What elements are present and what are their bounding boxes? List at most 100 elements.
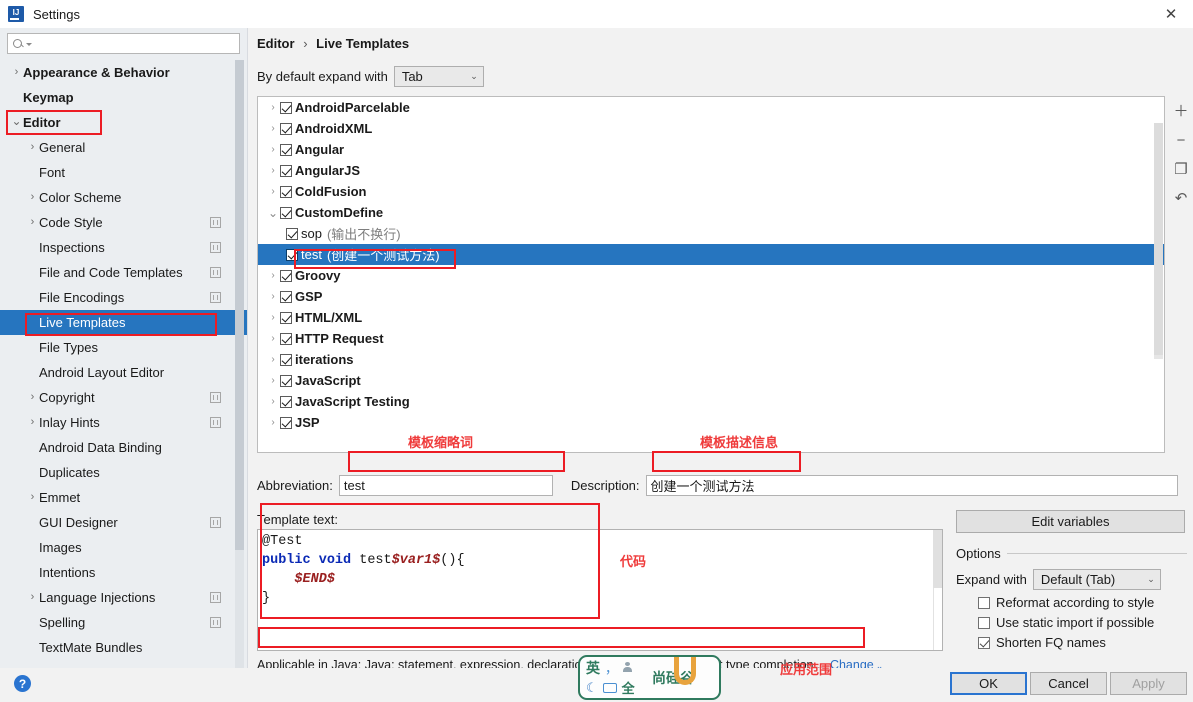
chevron-right-icon[interactable]: › bbox=[26, 592, 39, 603]
template-tree-row[interactable]: test (创建一个测试方法) bbox=[258, 244, 1164, 265]
chevron-right-icon[interactable]: › bbox=[10, 67, 23, 78]
chevron-right-icon[interactable]: › bbox=[266, 270, 280, 281]
sidebar-item-general[interactable]: › General bbox=[0, 135, 247, 160]
template-checkbox[interactable] bbox=[280, 122, 292, 135]
template-checkbox[interactable] bbox=[286, 227, 298, 240]
template-checkbox[interactable] bbox=[280, 332, 292, 345]
sidebar-item-file-and-code-templates[interactable]: ›File and Code Templates bbox=[0, 260, 247, 285]
sidebar-item-language-injections[interactable]: › Language Injections bbox=[0, 585, 247, 610]
template-tree-row[interactable]: › Angular bbox=[258, 139, 1164, 160]
template-tree-row[interactable]: › GSP bbox=[258, 286, 1164, 307]
chevron-right-icon[interactable]: › bbox=[266, 291, 280, 302]
sidebar-item-keymap[interactable]: ›Keymap bbox=[0, 85, 247, 110]
search-input[interactable] bbox=[32, 35, 239, 52]
ime-floating-toolbar[interactable]: 英 ， ☾ 全 尚硅谷 bbox=[578, 655, 721, 700]
edit-variables-button[interactable]: Edit variables bbox=[956, 510, 1185, 533]
option-checkbox-row[interactable]: Use static import if possible bbox=[956, 615, 1187, 630]
template-checkbox[interactable] bbox=[280, 374, 292, 387]
plus-icon[interactable]: ＋ bbox=[1171, 101, 1191, 121]
sidebar-item-color-scheme[interactable]: › Color Scheme bbox=[0, 185, 247, 210]
sidebar-item-android-data-binding[interactable]: ›Android Data Binding bbox=[0, 435, 247, 460]
template-checkbox[interactable] bbox=[280, 395, 292, 408]
sidebar-item-copyright[interactable]: › Copyright bbox=[0, 385, 247, 410]
chevron-right-icon[interactable]: › bbox=[26, 417, 39, 428]
expand-with-select[interactable]: Default (Tab) ⌄ bbox=[1032, 569, 1161, 590]
search-box[interactable] bbox=[7, 33, 240, 54]
help-icon[interactable]: ? bbox=[14, 675, 31, 692]
breadcrumb-parent[interactable]: Editor bbox=[257, 36, 295, 51]
sidebar-item-inspections[interactable]: ›Inspections bbox=[0, 235, 247, 260]
ime-mode-label[interactable]: 英 bbox=[586, 658, 600, 678]
chevron-down-icon[interactable]: ⌄ bbox=[266, 207, 280, 219]
chevron-right-icon[interactable]: › bbox=[266, 417, 280, 428]
code-scrollbar-thumb[interactable] bbox=[933, 530, 942, 588]
sidebar-item-gui-designer[interactable]: ›GUI Designer bbox=[0, 510, 247, 535]
chevron-right-icon[interactable]: › bbox=[266, 102, 280, 113]
sidebar-scrollbar-thumb[interactable] bbox=[235, 60, 244, 550]
template-checkbox[interactable] bbox=[280, 143, 292, 156]
ime-punctuation-icon[interactable]: ， bbox=[605, 658, 618, 677]
sidebar-item-duplicates[interactable]: ›Duplicates bbox=[0, 460, 247, 485]
template-checkbox[interactable] bbox=[286, 248, 298, 261]
moon-icon[interactable]: ☾ bbox=[586, 680, 598, 696]
chevron-right-icon[interactable]: › bbox=[26, 217, 39, 228]
chevron-right-icon[interactable]: › bbox=[266, 333, 280, 344]
sidebar-item-editor[interactable]: ⌄ Editor bbox=[0, 110, 247, 135]
chevron-right-icon[interactable]: › bbox=[266, 312, 280, 323]
undo-icon[interactable]: ↶ bbox=[1171, 188, 1191, 208]
sidebar-item-textmate-bundles[interactable]: ›TextMate Bundles bbox=[0, 635, 247, 660]
template-tree-row[interactable]: › AndroidParcelable bbox=[258, 97, 1164, 118]
template-tree-row[interactable]: › JSP bbox=[258, 412, 1164, 433]
sidebar-item-spelling[interactable]: ›Spelling bbox=[0, 610, 247, 635]
sidebar-item-emmet[interactable]: › Emmet bbox=[0, 485, 247, 510]
abbreviation-input[interactable]: test bbox=[338, 475, 553, 496]
template-group-tree[interactable]: › AndroidParcelable › AndroidXML › Angular › An… bbox=[257, 96, 1165, 453]
sidebar-item-file-encodings[interactable]: ›File Encodings bbox=[0, 285, 247, 310]
chevron-right-icon[interactable]: › bbox=[266, 165, 280, 176]
template-checkbox[interactable] bbox=[280, 164, 292, 177]
template-tree-row[interactable]: › AngularJS bbox=[258, 160, 1164, 181]
description-input[interactable]: 创建一个测试方法 bbox=[645, 475, 1178, 496]
chevron-down-icon[interactable]: ⌄ bbox=[10, 115, 23, 127]
default-expand-select[interactable]: Tab ⌄ bbox=[393, 66, 484, 87]
template-code[interactable]: @Test public void test$var1$(){ $END$ } bbox=[258, 530, 942, 608]
chevron-right-icon[interactable]: › bbox=[266, 186, 280, 197]
template-checkbox[interactable] bbox=[280, 269, 292, 282]
chevron-right-icon[interactable]: › bbox=[266, 123, 280, 134]
template-checkbox[interactable] bbox=[280, 206, 292, 219]
sidebar-item-android-layout-editor[interactable]: ›Android Layout Editor bbox=[0, 360, 247, 385]
ime-user-icon[interactable] bbox=[623, 662, 633, 673]
checkbox[interactable] bbox=[978, 616, 990, 629]
sidebar-item-intentions[interactable]: ›Intentions bbox=[0, 560, 247, 585]
template-tree-row[interactable]: sop (输出不换行) bbox=[258, 223, 1164, 244]
sidebar-item-appearance-behavior[interactable]: › Appearance & Behavior bbox=[0, 60, 247, 85]
chevron-right-icon[interactable]: › bbox=[26, 392, 39, 403]
chevron-right-icon[interactable]: › bbox=[266, 354, 280, 365]
close-icon[interactable]: ✕ bbox=[1149, 0, 1193, 28]
sidebar-item-file-types[interactable]: ›File Types bbox=[0, 335, 247, 360]
tree-scrollbar-thumb[interactable] bbox=[1154, 123, 1163, 355]
sidebar-item-live-templates[interactable]: ›Live Templates bbox=[0, 310, 247, 335]
template-tree-row[interactable]: › AndroidXML bbox=[258, 118, 1164, 139]
minus-icon[interactable]: − bbox=[1171, 130, 1191, 150]
template-text-editor[interactable]: @Test public void test$var1$(){ $END$ } bbox=[257, 529, 943, 651]
template-checkbox[interactable] bbox=[280, 353, 292, 366]
cancel-button[interactable]: Cancel bbox=[1030, 672, 1107, 695]
template-tree-row[interactable]: › JavaScript Testing bbox=[258, 391, 1164, 412]
chevron-right-icon[interactable]: › bbox=[266, 144, 280, 155]
chevron-right-icon[interactable]: › bbox=[266, 396, 280, 407]
template-checkbox[interactable] bbox=[280, 290, 292, 303]
template-checkbox[interactable] bbox=[280, 311, 292, 324]
ok-button[interactable]: OK bbox=[950, 672, 1027, 695]
checkbox[interactable] bbox=[978, 596, 990, 609]
template-checkbox[interactable] bbox=[280, 416, 292, 429]
ime-fullwidth-label[interactable]: 全 bbox=[622, 678, 635, 697]
template-tree-row[interactable]: › Groovy bbox=[258, 265, 1164, 286]
template-checkbox[interactable] bbox=[280, 185, 292, 198]
template-tree-row[interactable]: ⌄ CustomDefine bbox=[258, 202, 1164, 223]
chevron-right-icon[interactable]: › bbox=[26, 192, 39, 203]
copy-icon[interactable]: ❐ bbox=[1171, 159, 1191, 179]
sidebar-item-code-style[interactable]: › Code Style bbox=[0, 210, 247, 235]
chevron-right-icon[interactable]: › bbox=[266, 375, 280, 386]
template-tree-row[interactable]: › iterations bbox=[258, 349, 1164, 370]
